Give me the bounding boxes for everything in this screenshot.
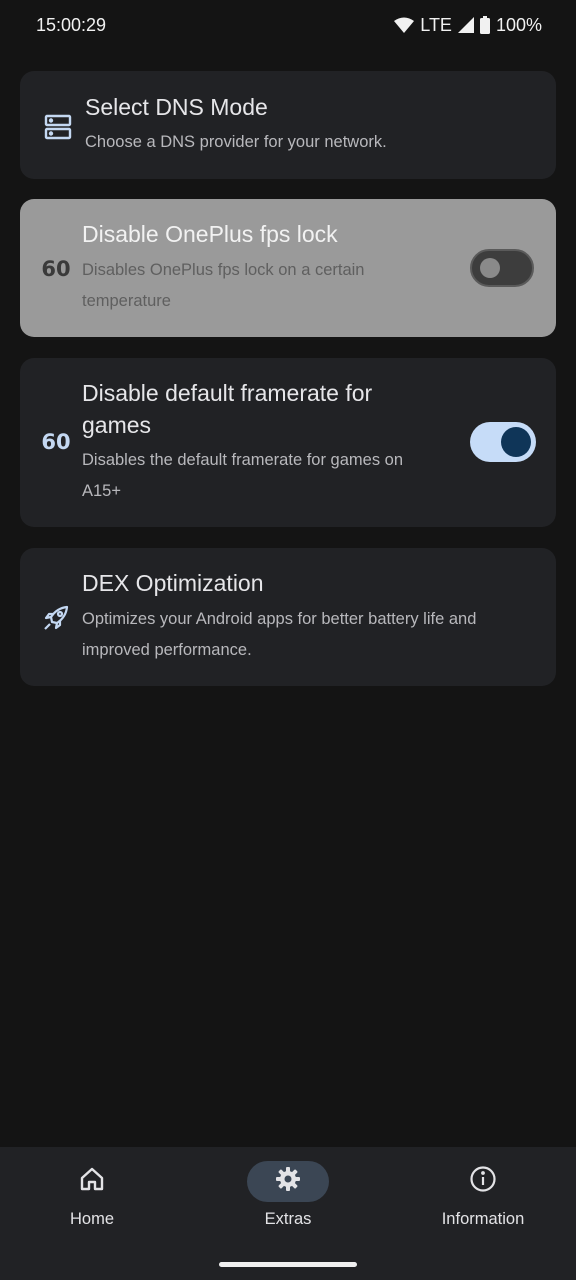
- info-icon: [469, 1165, 497, 1198]
- status-icons: LTE 100%: [394, 15, 542, 36]
- nav-item-home[interactable]: Home: [12, 1161, 172, 1241]
- card-select-dns-mode[interactable]: Select DNS Mode Choose a DNS provider fo…: [20, 71, 556, 179]
- toggle-knob: [501, 427, 531, 457]
- card-dex-optimization[interactable]: DEX Optimization Optimizes your Android …: [20, 548, 556, 686]
- card-subtitle: Choose a DNS provider for your network.: [85, 133, 387, 151]
- fps-60-icon: 60: [41, 257, 71, 281]
- battery-icon: [479, 16, 490, 34]
- signal-icon: [457, 17, 474, 33]
- status-time: 15:00:29: [36, 14, 107, 35]
- fps-60-icon: 60: [41, 430, 71, 454]
- wifi-icon: [394, 17, 415, 33]
- rocket-icon: [40, 602, 72, 634]
- card-title: DEX Optimization: [82, 570, 264, 596]
- status-bar: 15:00:29 LTE 100%: [0, 0, 576, 50]
- card-title-line1: Disable default framerate for: [82, 380, 373, 406]
- toggle-knob: [480, 258, 500, 278]
- card-title: Disable OnePlus fps lock: [82, 221, 338, 247]
- dns-server-icon: [42, 111, 74, 143]
- home-icon: [79, 1166, 105, 1197]
- card-title: Select DNS Mode: [85, 94, 268, 120]
- card-disable-oneplus-fps-lock[interactable]: 60 Disable OnePlus fps lock Disables One…: [20, 199, 556, 337]
- bottom-navigation: Home Extras Information: [0, 1147, 576, 1280]
- nav-label: Information: [441, 1210, 525, 1228]
- card-subtitle-line2: A15+: [82, 482, 121, 500]
- nav-label: Extras: [264, 1210, 312, 1228]
- gear-icon: [275, 1166, 301, 1197]
- fps-lock-toggle[interactable]: [470, 249, 534, 287]
- card-subtitle-line1: Optimizes your Android apps for better b…: [82, 610, 477, 628]
- card-subtitle-line1: Disables OnePlus fps lock on a certain: [82, 261, 365, 279]
- nav-label: Home: [69, 1210, 114, 1228]
- default-framerate-toggle[interactable]: [470, 422, 536, 462]
- nav-item-information[interactable]: Information: [403, 1161, 563, 1241]
- card-title-line2: games: [82, 412, 152, 438]
- battery-percent: 100%: [495, 14, 542, 35]
- card-subtitle-line2: temperature: [82, 292, 171, 310]
- nav-pill: [442, 1161, 524, 1202]
- card-disable-default-framerate[interactable]: 60 Disable default framerate for games D…: [20, 358, 556, 527]
- network-type: LTE: [420, 14, 452, 35]
- home-indicator[interactable]: [219, 1262, 357, 1267]
- nav-pill: [247, 1161, 329, 1202]
- card-subtitle-line2: improved performance.: [82, 641, 252, 659]
- card-subtitle-line1: Disables the default framerate for games…: [82, 451, 404, 469]
- nav-item-extras[interactable]: Extras: [208, 1161, 368, 1241]
- nav-pill: [51, 1161, 133, 1202]
